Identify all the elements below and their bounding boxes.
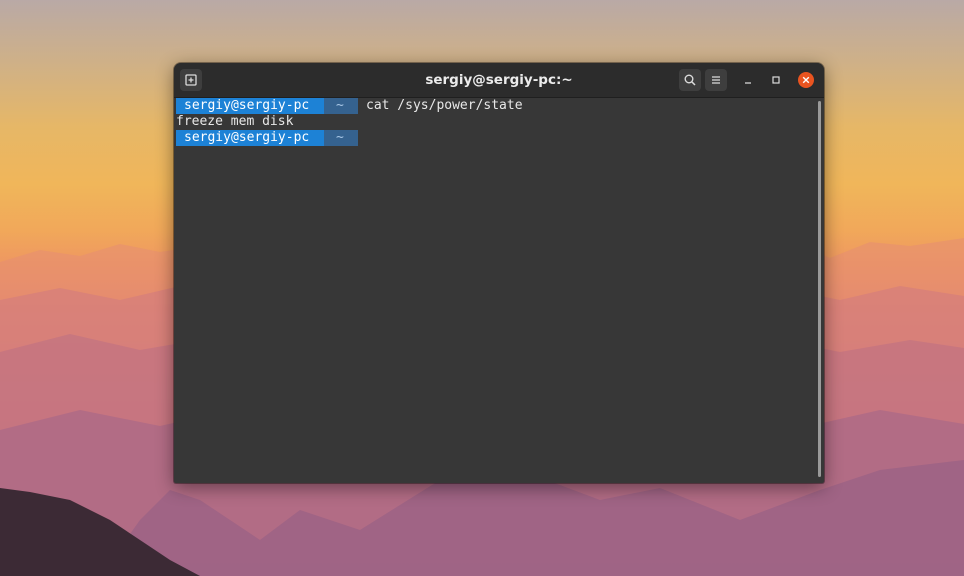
command-output: freeze mem disk bbox=[176, 114, 294, 129]
scrollbar[interactable] bbox=[818, 101, 821, 477]
maximize-icon bbox=[772, 76, 780, 84]
prompt-line: sergiy@sergiy-pc ~ bbox=[176, 130, 816, 146]
minimize-button[interactable] bbox=[740, 72, 756, 88]
command-text: cat /sys/power/state bbox=[366, 98, 523, 113]
close-icon bbox=[802, 76, 810, 84]
prompt-user: sergiy@sergiy-pc bbox=[176, 130, 332, 146]
maximize-button[interactable] bbox=[768, 72, 784, 88]
terminal-window: sergiy@sergiy-pc:~ sergiy@sergiy-pc ~ ca… bbox=[174, 63, 824, 483]
search-button[interactable] bbox=[679, 69, 701, 91]
prompt-user: sergiy@sergiy-pc bbox=[176, 98, 332, 114]
search-icon bbox=[684, 74, 696, 86]
prompt-line: sergiy@sergiy-pc ~ cat /sys/power/state bbox=[176, 98, 816, 114]
menu-button[interactable] bbox=[705, 69, 727, 91]
hamburger-menu-icon bbox=[712, 76, 720, 84]
close-button[interactable] bbox=[798, 72, 814, 88]
prompt-arrow-icon bbox=[352, 98, 358, 114]
prompt-arrow-icon bbox=[352, 130, 358, 146]
title-bar[interactable]: sergiy@sergiy-pc:~ bbox=[174, 63, 824, 98]
minimize-icon bbox=[745, 82, 751, 84]
terminal-area[interactable]: sergiy@sergiy-pc ~ cat /sys/power/state … bbox=[174, 98, 816, 483]
